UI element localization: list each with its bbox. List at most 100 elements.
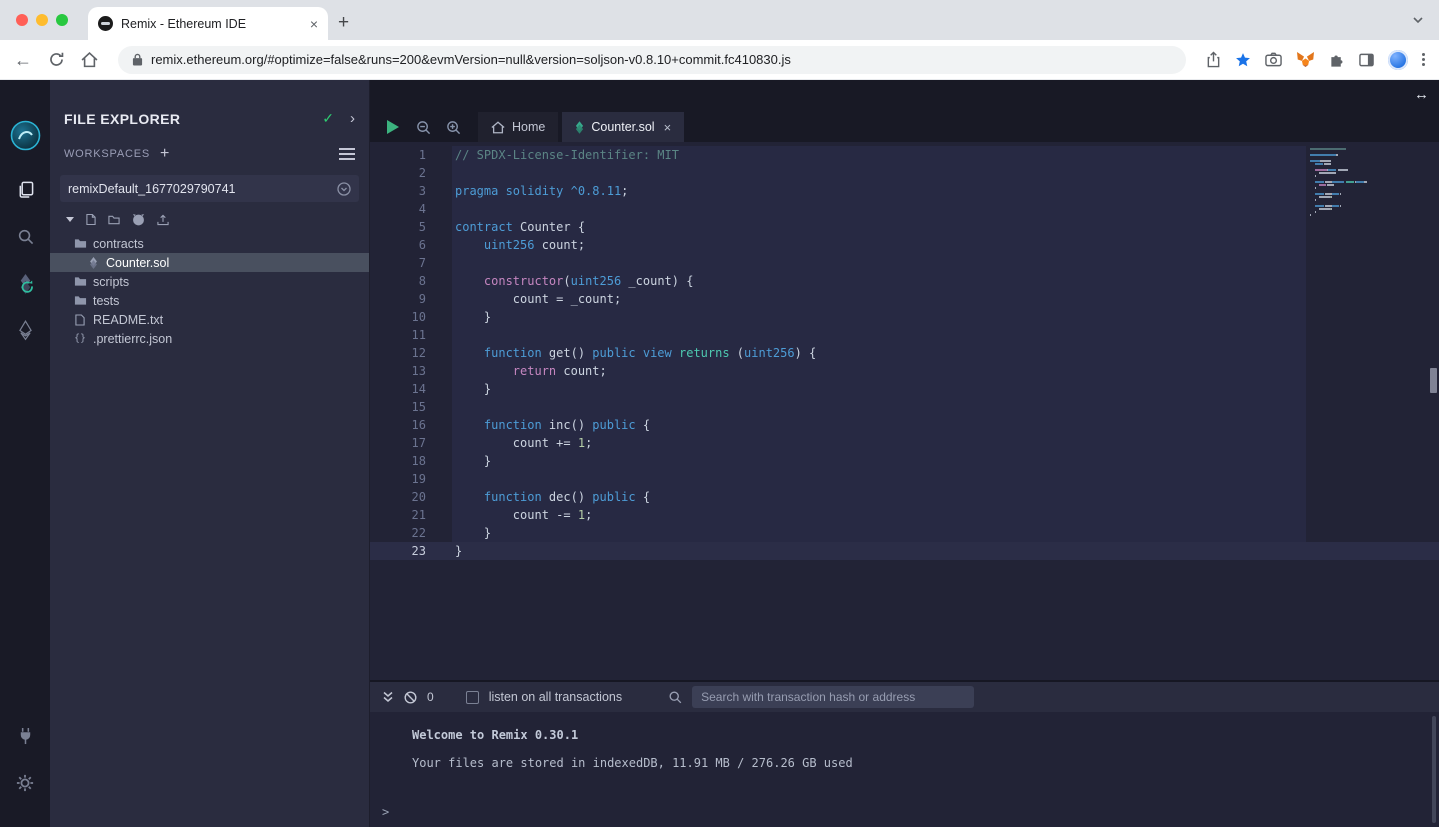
new-tab-button[interactable]: + xyxy=(338,13,349,32)
code-line-16[interactable]: function inc() public { xyxy=(452,416,816,434)
close-tab-counter-icon[interactable]: × xyxy=(664,120,672,135)
terminal-search-input[interactable] xyxy=(692,686,974,708)
listen-checkbox[interactable] xyxy=(466,691,479,704)
new-file-icon[interactable] xyxy=(86,213,96,226)
camera-extension-icon[interactable] xyxy=(1265,52,1282,67)
workspace-menu-icon[interactable] xyxy=(339,145,355,163)
code-line-2[interactable] xyxy=(452,164,816,182)
code-line-19[interactable] xyxy=(452,470,816,488)
zoom-out-icon[interactable] xyxy=(408,112,438,142)
tree-item-scripts[interactable]: scripts xyxy=(50,272,369,291)
code-line-4[interactable] xyxy=(452,200,816,218)
pending-block-icon[interactable] xyxy=(404,691,417,704)
code-line-12[interactable]: function get() public view returns (uint… xyxy=(452,344,816,362)
tree-item-readme-txt[interactable]: README.txt xyxy=(50,310,369,329)
code-line-14[interactable]: } xyxy=(452,380,816,398)
new-folder-icon[interactable] xyxy=(108,214,120,225)
tree-item-label: tests xyxy=(93,294,119,308)
code-line-7[interactable] xyxy=(452,254,816,272)
reload-icon[interactable] xyxy=(48,51,65,68)
workspace-select[interactable]: remixDefault_1677029790741 xyxy=(60,175,359,202)
code-line-18[interactable]: } xyxy=(452,452,816,470)
code-line-15[interactable] xyxy=(452,398,816,416)
bookmark-star-icon[interactable] xyxy=(1235,52,1251,68)
address-bar[interactable]: remix.ethereum.org/#optimize=false&runs=… xyxy=(118,46,1186,74)
code-line-11[interactable] xyxy=(452,326,816,344)
line-number: 3 xyxy=(370,182,426,200)
tree-item-contracts[interactable]: contracts xyxy=(50,234,369,253)
add-workspace-icon[interactable]: + xyxy=(160,146,169,162)
code-line-3[interactable]: pragma solidity ^0.8.11; xyxy=(452,182,816,200)
remix-app: FILE EXPLORER ✓ › WORKSPACES + remixDefa… xyxy=(0,80,1439,827)
code-line-10[interactable]: } xyxy=(452,308,816,326)
back-icon[interactable]: ← xyxy=(14,51,32,69)
minimize-window-button[interactable] xyxy=(36,14,48,26)
line-number: 4 xyxy=(370,200,426,218)
tree-item-tests[interactable]: tests xyxy=(50,291,369,310)
plugin-manager-icon[interactable] xyxy=(10,721,40,751)
editor-code[interactable]: // SPDX-License-Identifier: MIT pragma so… xyxy=(452,146,816,560)
workspaces-label: WORKSPACES xyxy=(64,148,150,160)
code-line-6[interactable]: uint256 count; xyxy=(452,236,816,254)
chevron-right-icon[interactable]: › xyxy=(350,110,355,127)
code-line-17[interactable]: count += 1; xyxy=(452,434,816,452)
code-line-13[interactable]: return count; xyxy=(452,362,816,380)
terminal-scrollbar-thumb[interactable] xyxy=(1432,716,1436,823)
tree-item--prettierrc-json[interactable]: {}.prettierrc.json xyxy=(50,329,369,348)
collapse-caret-icon[interactable] xyxy=(66,217,74,222)
line-number: 6 xyxy=(370,236,426,254)
browser-tab[interactable]: Remix - Ethereum IDE × xyxy=(88,7,328,40)
remix-logo-icon[interactable] xyxy=(10,120,41,156)
editor-scrollbar-thumb[interactable] xyxy=(1430,368,1437,393)
expand-columns-icon[interactable]: ↔ xyxy=(1414,86,1429,103)
search-plugin-icon[interactable] xyxy=(10,221,40,251)
code-line-1[interactable]: // SPDX-License-Identifier: MIT xyxy=(452,146,816,164)
line-number: 11 xyxy=(370,326,426,344)
browser-menu-icon[interactable] xyxy=(1422,51,1425,68)
maximize-window-button[interactable] xyxy=(56,14,68,26)
editor-minimap[interactable] xyxy=(1310,148,1428,217)
tab-counter-sol[interactable]: Counter.sol × xyxy=(562,112,684,142)
settings-gear-icon[interactable] xyxy=(10,768,40,798)
folder-icon xyxy=(72,238,88,249)
metamask-extension-icon[interactable] xyxy=(1296,51,1315,68)
run-script-play-icon[interactable] xyxy=(378,112,408,142)
icon-rail xyxy=(0,80,50,827)
clone-github-icon[interactable] xyxy=(132,213,145,226)
deploy-and-run-plugin-icon[interactable] xyxy=(10,315,40,345)
close-window-button[interactable] xyxy=(16,14,28,26)
home-icon[interactable] xyxy=(81,52,98,68)
code-line-9[interactable]: count = _count; xyxy=(452,290,816,308)
check-icon: ✓ xyxy=(322,110,334,127)
browser-tab-title: Remix - Ethereum IDE xyxy=(121,17,302,31)
tree-item-counter-sol[interactable]: Counter.sol xyxy=(50,253,369,272)
editor-gutter[interactable]: 1234567891011121314151617181920212223 xyxy=(370,146,452,560)
share-icon[interactable] xyxy=(1206,51,1221,68)
puzzle-extensions-icon[interactable] xyxy=(1329,52,1345,68)
line-number: 5 xyxy=(370,218,426,236)
workspace-dropdown-icon[interactable] xyxy=(337,182,351,196)
listen-label[interactable]: listen on all transactions xyxy=(489,690,622,704)
code-line-8[interactable]: constructor(uint256 _count) { xyxy=(452,272,816,290)
url-text[interactable]: remix.ethereum.org/#optimize=false&runs=… xyxy=(151,52,791,67)
code-line-22[interactable]: } xyxy=(452,524,816,542)
window-controls xyxy=(16,14,68,26)
code-line-23[interactable]: } xyxy=(452,542,816,560)
code-line-20[interactable]: function dec() public { xyxy=(452,488,816,506)
lock-icon[interactable] xyxy=(132,52,143,67)
file-explorer-plugin-icon[interactable] xyxy=(10,174,40,204)
close-tab-icon[interactable]: × xyxy=(310,16,318,32)
tab-list-chevron-icon[interactable] xyxy=(1411,13,1425,32)
side-panel-icon[interactable] xyxy=(1359,53,1374,67)
upload-icon[interactable] xyxy=(157,214,169,226)
code-line-5[interactable]: contract Counter { xyxy=(452,218,816,236)
zoom-in-icon[interactable] xyxy=(438,112,468,142)
terminal-output[interactable]: Welcome to Remix 0.30.1 Your files are s… xyxy=(370,712,1439,827)
code-line-21[interactable]: count -= 1; xyxy=(452,506,816,524)
code-editor[interactable]: 1234567891011121314151617181920212223 //… xyxy=(370,142,1439,680)
collapse-terminal-icon[interactable] xyxy=(382,691,394,703)
tab-home[interactable]: Home xyxy=(478,112,558,142)
terminal-prompt[interactable]: > xyxy=(382,805,389,819)
solidity-compiler-plugin-icon[interactable] xyxy=(10,268,40,298)
profile-avatar[interactable] xyxy=(1388,50,1408,70)
